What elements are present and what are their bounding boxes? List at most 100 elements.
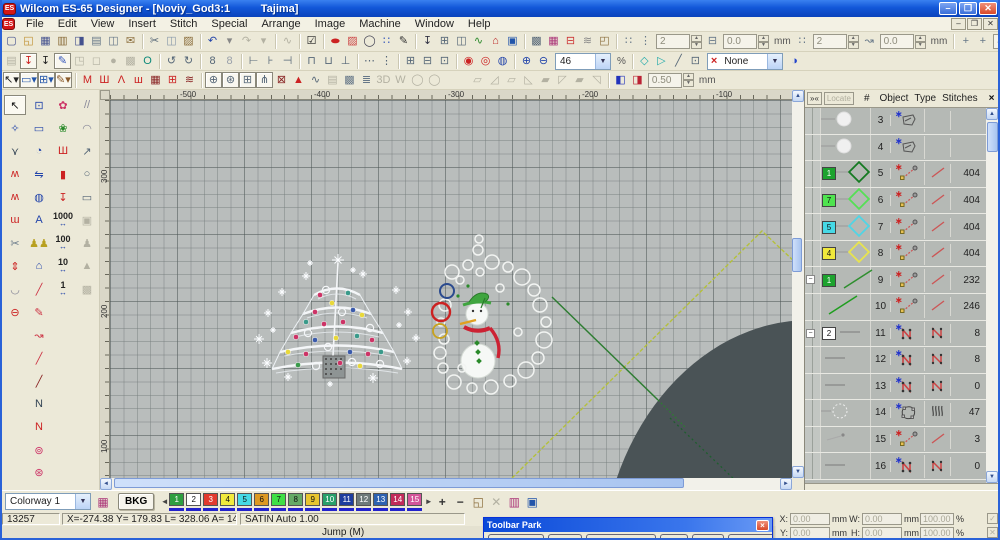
object-row-6[interactable]: 7 6 ∗ 404 — [805, 187, 986, 215]
flower-tool-icon[interactable]: ✿ — [52, 95, 74, 115]
palette-editor-icon[interactable]: ▦ — [94, 493, 112, 510]
node-graphic[interactable]: 2 — [821, 320, 871, 347]
child-minimize-button[interactable]: – — [951, 18, 966, 30]
snap-outline-icon[interactable]: ⊡ — [436, 53, 453, 69]
node-graphic[interactable]: 1 — [821, 267, 873, 293]
fill-object-icon[interactable]: ∗ — [891, 401, 925, 425]
offset-distance[interactable]: 0.50 ▲ ▼ — [647, 72, 694, 88]
menu-stitch[interactable]: Stitch — [163, 18, 205, 30]
nudge-count[interactable]: 4▲▼ — [993, 34, 1000, 49]
open-design-icon[interactable]: ◱ — [20, 34, 37, 50]
menu-file[interactable]: File — [19, 18, 51, 30]
node-edit-icon[interactable]: ⊡ — [687, 53, 704, 69]
object-row-4[interactable]: 4 ∗ — [805, 134, 986, 162]
palette-chip[interactable]: 11 — [339, 492, 355, 506]
run-length-up-icon[interactable]: ▲ — [914, 34, 926, 42]
palette-chip[interactable]: 13 — [373, 492, 389, 506]
stitch-w-tool-icon[interactable]: Ш — [52, 141, 74, 161]
fancy-fill-icon[interactable]: ≋ — [181, 72, 198, 88]
scale-10-button[interactable]: 10 ↔ — [52, 256, 74, 276]
run-length-value[interactable]: 0.0 — [879, 34, 914, 49]
stitch-play-tool-icon[interactable]: ʍ — [4, 164, 26, 184]
object-row-3[interactable]: 3 ∗ — [805, 108, 986, 135]
cut-icon[interactable]: ✂ — [146, 34, 163, 50]
manual-object-icon[interactable]: ∗ — [891, 321, 925, 345]
box-select-dropdown-icon[interactable]: ▭▾ — [20, 72, 38, 88]
palette-chip[interactable]: 4 — [220, 492, 236, 506]
palette-chip[interactable]: 12 — [356, 492, 372, 506]
node-edit-tool-icon[interactable]: ⋎ — [4, 141, 26, 161]
wave-effect-icon[interactable]: ∿ — [307, 72, 324, 88]
scale-100-button[interactable]: 100 ↔ — [52, 233, 74, 253]
nudge-a-icon[interactable]: + — [957, 34, 974, 50]
space-horizontal-icon[interactable]: ⋯ — [361, 53, 378, 69]
chevron-down-icon[interactable]: ▼ — [766, 53, 782, 69]
send-to-machine-icon[interactable]: ✉ — [122, 34, 139, 50]
jump-object-icon[interactable]: ∗ — [891, 109, 925, 133]
toolbar-park-tabs[interactable] — [484, 532, 772, 540]
underlay-a-icon[interactable]: ∷ — [620, 34, 637, 50]
donut-tool-icon[interactable]: ◍ — [28, 187, 50, 207]
run-count-up-icon[interactable]: ▲ — [847, 34, 859, 42]
select-tool-icon[interactable]: ↖ — [4, 95, 26, 115]
palette-color-3[interactable]: 3 — [203, 492, 219, 511]
align-right-icon[interactable]: ⊣ — [279, 53, 296, 69]
texture-effect-icon[interactable]: ▩ — [341, 72, 358, 88]
y-field[interactable]: 0.00 — [790, 527, 830, 539]
freehand-dropdown-icon[interactable]: ✎▾ — [54, 72, 72, 88]
lettering-tool-icon[interactable]: A — [28, 210, 50, 230]
run-object-icon[interactable]: ∗ — [891, 162, 925, 186]
apply-button[interactable]: ✓ — [987, 513, 998, 524]
palette-color-13[interactable]: 13 — [373, 492, 389, 511]
node-graphic[interactable] — [821, 453, 871, 479]
briefcase-icon[interactable]: ◰ — [596, 34, 613, 50]
run-object-icon[interactable]: ∗ — [891, 215, 925, 239]
panel-scroll-thumb[interactable] — [987, 122, 998, 152]
palette-color-4[interactable]: 4 — [220, 492, 236, 511]
carve-tool-icon[interactable]: ⌂ — [28, 256, 50, 276]
palette-color-14[interactable]: 14 — [390, 492, 406, 511]
circle-star-tool-icon[interactable]: ⊛ — [28, 462, 50, 482]
knife-icon[interactable]: ◨ — [629, 72, 646, 88]
menu-special[interactable]: Special — [204, 18, 254, 30]
object-row-5[interactable]: 1 5 ∗ 404 — [805, 161, 986, 188]
offset-distance-up-icon[interactable]: ▲ — [682, 73, 694, 80]
reshape-node-icon[interactable]: ✎ — [54, 53, 71, 69]
remove-color-button[interactable]: − — [451, 493, 469, 510]
w-field[interactable]: 0.00 — [862, 513, 902, 525]
color-object-icon[interactable]: ◑ — [786, 53, 803, 69]
reshape-object-tool-icon[interactable]: ▭ — [28, 118, 50, 138]
background-color-button[interactable]: BKG — [118, 493, 155, 510]
thread-colors-icon[interactable]: ▦ — [545, 34, 562, 50]
snap-guide-icon[interactable]: ⊟ — [419, 53, 436, 69]
underlay-count-value[interactable]: 2 — [656, 34, 690, 49]
node-graphic[interactable]: 7 — [821, 187, 871, 214]
reshape-views-tool-icon[interactable]: ⊡ — [28, 95, 50, 115]
add-color-button[interactable]: + — [433, 493, 451, 510]
palette-color-5[interactable]: 5 — [237, 492, 253, 511]
child-close-button[interactable]: ✕ — [983, 18, 998, 30]
vertical-scrollbar[interactable]: ▲ ▼ — [792, 90, 804, 478]
undo-icon[interactable]: ↶ — [204, 34, 221, 50]
color-film-icon[interactable]: ⊟ — [562, 34, 579, 50]
top-ruler[interactable]: -500 -400 -300 -200 -100 — [110, 90, 792, 100]
parked-toolbar-tab-1[interactable] — [488, 534, 544, 540]
jump-object-icon[interactable]: ∗ — [891, 135, 925, 159]
underlay-count-down-icon[interactable]: ▼ — [691, 41, 702, 49]
select-dropdown-icon[interactable]: ↖▾ — [3, 72, 20, 88]
object-row-14[interactable]: 14 ∗ 47 — [805, 400, 986, 427]
toolbar-park-window[interactable]: Toolbar Park × — [483, 517, 773, 540]
node-graphic[interactable] — [821, 134, 871, 161]
mw-stitch-tool-icon[interactable]: ʍ — [4, 187, 26, 207]
color-chip[interactable]: 1 — [822, 167, 836, 181]
node-graphic[interactable]: 4 — [821, 240, 871, 267]
palette-color-1[interactable]: 1 — [169, 492, 185, 511]
toolbar-park-titlebar[interactable]: Toolbar Park × — [484, 518, 772, 532]
closest-join-icon[interactable]: ⊠ — [273, 72, 290, 88]
applique-icon[interactable]: ▲ — [290, 72, 307, 88]
tatami-input-icon[interactable]: ▨ — [344, 34, 361, 50]
scale-1-button[interactable]: 1 ↔ — [52, 279, 74, 299]
node-graphic[interactable] — [821, 373, 871, 400]
palette-color-7[interactable]: 7 — [271, 492, 287, 511]
overlock-icon[interactable]: O — [139, 53, 156, 69]
